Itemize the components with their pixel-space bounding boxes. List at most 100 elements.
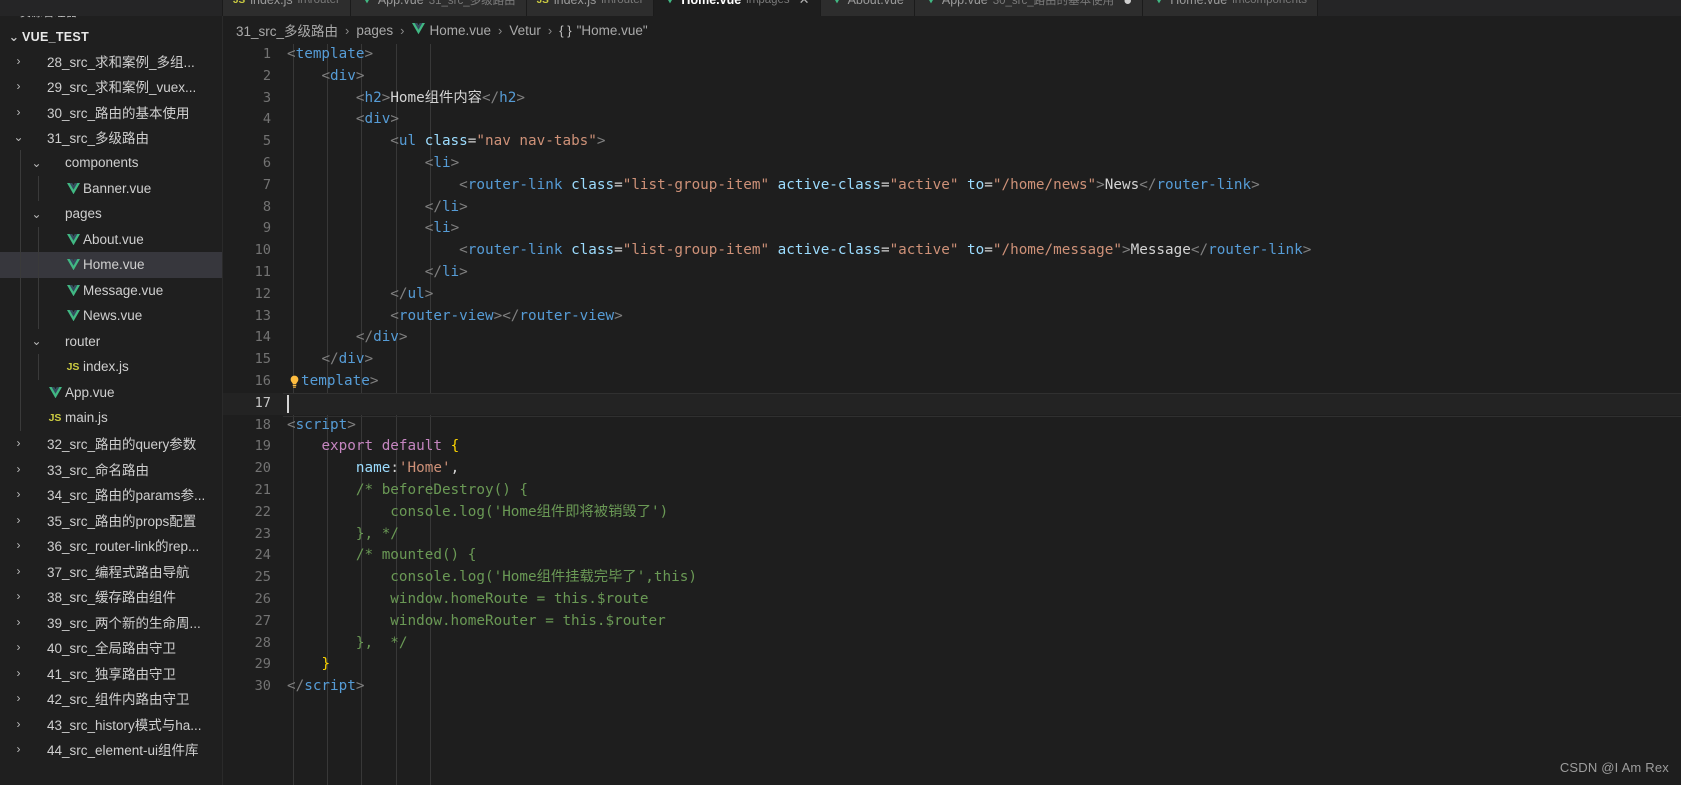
code-line-17[interactable]: 17 [223,392,1681,417]
code-line-13[interactable]: 13 <router-view></router-view> [223,306,1681,328]
code-line-content[interactable]: <div> [285,109,399,131]
code-line-content[interactable]: </ul> [285,284,433,306]
code-line-20[interactable]: 20 name:'Home', [223,458,1681,480]
code-line-content[interactable]: <ul class="nav nav-tabs"> [285,131,605,153]
code-line-14[interactable]: 14 </div> [223,327,1681,349]
code-line-content[interactable] [285,393,289,416]
code-line-content[interactable]: </div> [285,327,408,349]
code-line-7[interactable]: 7 <router-link class="list-group-item" a… [223,175,1681,197]
code-line-15[interactable]: 15 </div> [223,349,1681,371]
tree-item-40src[interactable]: › 40_src_全局路由守卫 [0,635,222,661]
chevron-right-icon[interactable]: › [10,463,27,475]
breadcrumb-item-3[interactable]: Vetur [506,23,544,38]
chevron-down-icon[interactable]: ⌄ [6,29,22,44]
tree-item-components[interactable]: ⌄ components [0,150,222,176]
code-line-content[interactable]: name:'Home', [285,458,459,480]
breadcrumb[interactable]: 31_src_多级路由 › pages › Home.vue › Vetur › { } "Hom… [223,16,1681,44]
code-line-content[interactable]: <script> [285,415,356,437]
code-line-28[interactable]: 28 }, */ [223,633,1681,655]
chevron-right-icon[interactable]: › [10,616,27,628]
chevron-right-icon[interactable]: › [10,106,27,118]
editor-tab-0[interactable]: JS index.js in\router [223,0,351,16]
tree-item-34srcparams...[interactable]: › 34_src_路由的params参... [0,482,222,508]
code-line-1[interactable]: 1 <template> [223,44,1681,66]
chevron-right-icon[interactable]: › [10,743,27,755]
code-line-30[interactable]: 30 </script> [223,676,1681,698]
tree-item-30src[interactable]: › 30_src_路由的基本使用 [0,99,222,125]
code-line-content[interactable]: <template> [285,44,373,66]
tree-item-32srcquery[interactable]: › 32_src_路由的query参数 [0,431,222,457]
tree-item-39src...[interactable]: › 39_src_两个新的生命周... [0,609,222,635]
code-line-content[interactable]: <li> [285,218,459,240]
code-line-26[interactable]: 26 window.homeRoute = this.$route [223,589,1681,611]
tree-item-33src[interactable]: › 33_src_命名路由 [0,456,222,482]
chevron-right-icon[interactable]: › [10,718,27,730]
breadcrumb-item-0[interactable]: 31_src_多级路由 [233,20,341,40]
editor-tab-2[interactable]: JS index.js in\router [526,0,655,16]
file-tree[interactable]: › 28_src_求和案例_多组... › 29_src_求和案例_vuex... › 3… [0,48,222,785]
chevron-right-icon[interactable]: › [10,590,27,602]
code-line-content[interactable]: window.homeRoute = this.$route [285,589,648,611]
tree-item-28src...[interactable]: › 28_src_求和案例_多组... [0,48,222,74]
code-line-content[interactable]: }, */ [285,633,408,655]
tree-item-35srcprops[interactable]: › 35_src_路由的props配置 [0,507,222,533]
code-line-18[interactable]: 18 <script> [223,415,1681,437]
code-line-21[interactable]: 21 /* beforeDestroy() { [223,480,1681,502]
unsaved-dot-icon[interactable]: ● [1123,0,1132,8]
editor-tab-3[interactable]: Home.vue in\pages ✕ [654,0,821,16]
code-line-23[interactable]: 23 }, */ [223,524,1681,546]
code-line-content[interactable]: /* mounted() { [285,545,477,567]
code-editor[interactable]: 1 <template> 2 <div> 3 <h2>Home组件内容</h2> 4 <… [223,44,1681,785]
breadcrumb-item-2[interactable]: Home.vue [409,23,495,38]
tree-item-36srcrouter-linkrep...[interactable]: › 36_src_router-link的rep... [0,533,222,559]
editor-tab-1[interactable]: App.vue 31_src_多级路由 [350,0,527,16]
close-icon[interactable]: ✕ [799,0,810,8]
code-line-4[interactable]: 4 <div> [223,109,1681,131]
code-line-content[interactable]: </script> [285,676,364,698]
chevron-right-icon[interactable]: › [10,565,27,577]
code-line-content[interactable]: <router-view></router-view> [285,306,622,328]
chevron-down-icon[interactable]: ⌄ [28,335,45,347]
code-line-content[interactable]: </div> [285,349,373,371]
tree-item-Banner.vue[interactable]: Banner.vue [0,176,222,202]
code-line-11[interactable]: 11 </li> [223,262,1681,284]
code-line-3[interactable]: 3 <h2>Home组件内容</h2> [223,88,1681,110]
explorer-root-folder[interactable]: ⌄ VUE_TEST [0,25,222,48]
tree-item-41src[interactable]: › 41_src_独享路由守卫 [0,660,222,686]
code-line-10[interactable]: 10 <router-link class="list-group-item" … [223,240,1681,262]
code-line-12[interactable]: 12 </ul> [223,284,1681,306]
chevron-right-icon[interactable]: › [10,667,27,679]
tree-item-43srchistoryha...[interactable]: › 43_src_history模式与ha... [0,711,222,737]
code-line-27[interactable]: 27 window.homeRouter = this.$router [223,611,1681,633]
chevron-right-icon[interactable]: › [10,692,27,704]
chevron-right-icon[interactable]: › [10,514,27,526]
code-line-content[interactable]: console.log('Home组件即将被销毁了') [285,502,668,524]
editor-tab-6[interactable]: Home.vue in\components [1143,0,1318,16]
code-line-content[interactable]: <li> [285,153,459,175]
chevron-down-icon[interactable]: ⌄ [10,131,27,143]
code-line-8[interactable]: 8 </li> [223,197,1681,219]
code-line-content[interactable]: template> [285,371,378,393]
code-line-content[interactable]: <h2>Home组件内容</h2> [285,88,525,110]
code-line-9[interactable]: 9 <li> [223,218,1681,240]
tree-item-pages[interactable]: ⌄ pages [0,201,222,227]
code-line-content[interactable]: export default { [285,436,459,458]
code-line-content[interactable]: </li> [285,197,468,219]
breadcrumb-item-1[interactable]: pages [353,23,396,38]
lightbulb-quickfix-icon[interactable] [287,374,302,390]
chevron-right-icon[interactable]: › [10,641,27,653]
tree-item-main.js[interactable]: JS main.js [0,405,222,431]
code-line-content[interactable]: <router-link class="list-group-item" act… [285,175,1260,197]
chevron-right-icon[interactable]: › [10,539,27,551]
chevron-right-icon[interactable]: › [10,80,27,92]
tree-item-News.vue[interactable]: News.vue [0,303,222,329]
code-line-content[interactable]: window.homeRouter = this.$router [285,611,665,633]
chevron-right-icon[interactable]: › [10,488,27,500]
code-line-content[interactable]: /* beforeDestroy() { [285,480,528,502]
tree-item-38src[interactable]: › 38_src_缓存路由组件 [0,584,222,610]
code-line-content[interactable]: <div> [285,66,364,88]
tree-item-router[interactable]: ⌄ router [0,329,222,355]
code-line-content[interactable]: }, */ [285,524,399,546]
chevron-down-icon[interactable]: ⌄ [28,157,45,169]
chevron-down-icon[interactable]: ⌄ [28,208,45,220]
